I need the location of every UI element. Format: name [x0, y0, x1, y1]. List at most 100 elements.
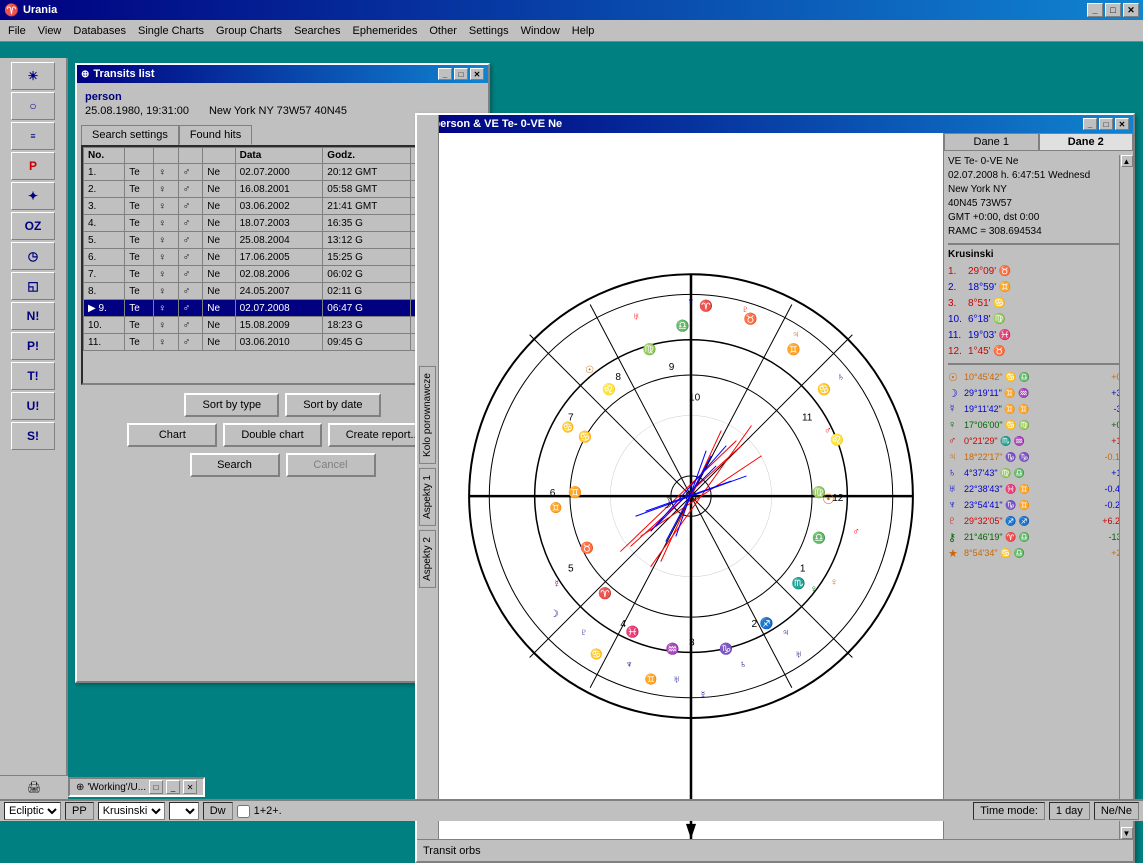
cancel-button[interactable]: Cancel — [286, 453, 376, 477]
chart-window-title[interactable]: ⊕ person & VE Te- 0-VE Ne _ □ ✕ — [417, 115, 1133, 133]
aspect-tabs: Kolo porownawcze Aspekty 1 Aspekty 2 — [417, 115, 439, 839]
scrollbar-v[interactable]: ▲ ▼ — [1119, 155, 1133, 839]
k1-pos: 29°09' ♉ — [968, 266, 1011, 277]
toolbar-btn-11[interactable]: T! — [11, 362, 55, 390]
planet-row: ☿ 19°11'42" ♊ ♊ -3.0 — [948, 401, 1129, 417]
cell-p1: Te — [125, 164, 154, 181]
double-chart-button[interactable]: Double chart — [223, 423, 321, 447]
chart-name-select[interactable]: Krusinski — [98, 802, 165, 820]
minimize-button[interactable]: _ — [1087, 3, 1103, 17]
tab-kolo-porownawcze[interactable]: Kolo porownawcze — [419, 366, 436, 464]
cell-p1: Te — [125, 317, 154, 334]
chart-maximize[interactable]: □ — [1099, 118, 1113, 130]
planet-row: ♆ 23°54'41" ♑ ♊ -0.2 R — [948, 497, 1129, 513]
data-panel-content: VE Te- 0-VE Ne 02.07.2008 h. 6:47:51 Wed… — [944, 151, 1133, 835]
menu-single-charts[interactable]: Single Charts — [132, 23, 210, 39]
svg-text:♂: ♂ — [824, 426, 832, 437]
menu-view[interactable]: View — [32, 23, 68, 39]
cell-p2: Ne — [203, 317, 235, 334]
menu-databases[interactable]: Databases — [67, 23, 132, 39]
task-min[interactable]: _ — [166, 780, 180, 794]
tab-search-settings[interactable]: Search settings — [81, 125, 179, 145]
cell-p2: Ne — [203, 300, 235, 317]
svg-text:9: 9 — [669, 362, 675, 373]
chart-data-header: VE Te- 0-VE Ne 02.07.2008 h. 6:47:51 Wed… — [948, 155, 1129, 239]
ne-ne-item: Ne/Ne — [1094, 802, 1139, 820]
svg-text:♆: ♆ — [687, 296, 695, 307]
cell-p2: Ne — [203, 164, 235, 181]
cell-p2: Ne — [203, 283, 235, 300]
toolbar-btn-2[interactable]: ○ — [11, 92, 55, 120]
planet-pos: 29°19'11" ♊ ♒ — [964, 388, 1109, 399]
svg-text:5: 5 — [568, 564, 574, 575]
tab-aspekty-1[interactable]: Aspekty 1 — [419, 468, 436, 526]
k2-pos: 18°59' ♊ — [968, 282, 1011, 293]
sort-date-button[interactable]: Sort by date — [285, 393, 380, 417]
toolbar-btn-9[interactable]: N! — [11, 302, 55, 330]
svg-text:♇: ♇ — [580, 627, 588, 638]
ecliptic-select[interactable]: Ecliptic — [4, 802, 61, 820]
toolbar-btn-5[interactable]: ✦ — [11, 182, 55, 210]
svg-text:7: 7 — [568, 412, 574, 423]
cell-p2: Ne — [203, 249, 235, 266]
menu-help[interactable]: Help — [566, 23, 601, 39]
toolbar-btn-7[interactable]: ◷ — [11, 242, 55, 270]
data-panel: Dane 1 Dane 2 VE Te- 0-VE Ne 02.07.2008 … — [943, 133, 1133, 839]
tab-aspekty-2[interactable]: Aspekty 2 — [419, 530, 436, 588]
cell-p1: Te — [125, 198, 154, 215]
tab-dane2[interactable]: Dane 2 — [1039, 133, 1134, 151]
checkbox-12[interactable] — [237, 805, 250, 818]
cell-p1: Te — [125, 232, 154, 249]
close-button[interactable]: ✕ — [1123, 3, 1139, 17]
toolbar-btn-4[interactable]: P — [11, 152, 55, 180]
search-button[interactable]: Search — [190, 453, 280, 477]
orbs-bar: Transit orbs — [417, 839, 1133, 861]
tab-found-hits[interactable]: Found hits — [179, 125, 252, 145]
maximize-button[interactable]: □ — [1105, 3, 1121, 17]
toolbar-btn-6[interactable]: OZ — [11, 212, 55, 240]
menu-other[interactable]: Other — [423, 23, 463, 39]
scroll-down[interactable]: ▼ — [1121, 827, 1133, 839]
cell-data: 03.06.2010 — [235, 334, 323, 351]
extra-select[interactable] — [169, 802, 199, 820]
menu-window[interactable]: Window — [515, 23, 566, 39]
task-restore[interactable]: □ — [149, 780, 163, 794]
toolbar-btn-12[interactable]: U! — [11, 392, 55, 420]
transits-minimize[interactable]: _ — [438, 68, 452, 80]
cell-p2: Ne — [203, 266, 235, 283]
transits-window-title[interactable]: ⊕ Transits list _ □ ✕ — [77, 65, 488, 83]
planet-row: ♇ 29°32'05" ♐ ♐ +6.2 R — [948, 513, 1129, 529]
svg-text:☿: ☿ — [699, 690, 707, 701]
chart-minimize[interactable]: _ — [1083, 118, 1097, 130]
chart-window: ⊕ person & VE Te- 0-VE Ne _ □ ✕ Kolo por… — [415, 113, 1135, 863]
planet-pos: 18°22'17" ♑ ♑ — [964, 452, 1102, 463]
menu-file[interactable]: File — [2, 23, 32, 39]
toolbar-btn-3[interactable]: ≡ — [11, 122, 55, 150]
planet-row: ♂ 0°21'29" ♏ ♒ +1.0 — [948, 433, 1129, 449]
toolbar-btn-1[interactable]: ☀ — [11, 62, 55, 90]
svg-text:10: 10 — [689, 392, 701, 403]
tab-dane1[interactable]: Dane 1 — [944, 133, 1039, 151]
transits-maximize[interactable]: □ — [454, 68, 468, 80]
toolbar-btn-10[interactable]: P! — [11, 332, 55, 360]
scroll-up[interactable]: ▲ — [1121, 155, 1133, 167]
chart-close[interactable]: ✕ — [1115, 118, 1129, 130]
svg-text:♅: ♅ — [795, 649, 803, 660]
printer-area[interactable]: 🖨 — [0, 775, 68, 799]
cell-godz: 16:35 G — [323, 215, 411, 232]
svg-text:♅: ♅ — [673, 675, 681, 686]
svg-text:♓: ♓ — [625, 624, 639, 638]
chart-button[interactable]: Chart — [127, 423, 217, 447]
toolbar-btn-8[interactable]: ◱ — [11, 272, 55, 300]
taskbar-working[interactable]: ⊕ 'Working'/U... □ _ ✕ — [68, 777, 205, 797]
sort-type-button[interactable]: Sort by type — [184, 393, 279, 417]
task-close[interactable]: ✕ — [183, 780, 197, 794]
cell-p2: Ne — [203, 215, 235, 232]
cell-arrow: ▶ 9. — [84, 300, 125, 317]
menu-searches[interactable]: Searches — [288, 23, 346, 39]
menu-settings[interactable]: Settings — [463, 23, 515, 39]
menu-group-charts[interactable]: Group Charts — [210, 23, 288, 39]
toolbar-btn-13[interactable]: S! — [11, 422, 55, 450]
menu-ephemerides[interactable]: Ephemerides — [347, 23, 424, 39]
transits-close[interactable]: ✕ — [470, 68, 484, 80]
